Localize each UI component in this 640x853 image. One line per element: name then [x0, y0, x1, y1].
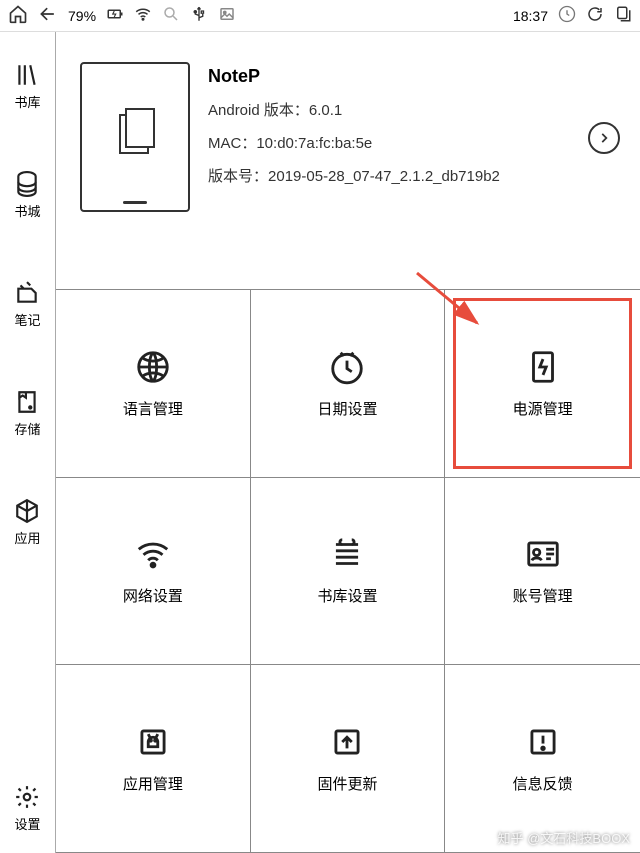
home-icon[interactable]: [8, 4, 28, 27]
android-icon: [134, 723, 172, 761]
grid-item-label: 书库设置: [317, 585, 377, 606]
globe-icon: [134, 348, 172, 386]
grid-item-library-settings[interactable]: 书库设置: [251, 478, 446, 666]
android-version: Android 版本：6.0.1: [208, 99, 500, 120]
sidebar-item-apps[interactable]: 应用: [14, 498, 40, 547]
grid-item-label: 固件更新: [317, 773, 377, 794]
image-icon[interactable]: [218, 5, 236, 26]
sidebar-item-label: 应用: [14, 528, 40, 547]
battery-percent: 79%: [68, 8, 96, 24]
sidebar-item-label: 设置: [14, 814, 40, 833]
search-icon[interactable]: [162, 5, 180, 26]
grid-item-label: 信息反馈: [513, 773, 573, 794]
account-icon: [524, 535, 562, 573]
grid-item-power[interactable]: 电源管理: [445, 290, 640, 478]
sidebar: 书库 书城 笔记 存储 应用 设置: [0, 32, 56, 853]
sidebar-item-store[interactable]: 书城: [14, 171, 40, 220]
grid-item-feedback[interactable]: 信息反馈: [445, 665, 640, 853]
sidebar-item-library[interactable]: 书库: [14, 62, 40, 111]
device-image: [80, 62, 190, 212]
grid-item-date[interactable]: 日期设置: [251, 290, 446, 478]
sidebar-item-label: 存储: [14, 419, 40, 438]
usb-icon: [190, 5, 208, 26]
mac-address: MAC：10:d0:7a:fc:ba:5e: [208, 132, 500, 153]
update-icon: [328, 723, 366, 761]
multitask-icon[interactable]: [614, 5, 632, 26]
grid-item-account[interactable]: 账号管理: [445, 478, 640, 666]
touch-icon[interactable]: [558, 5, 576, 26]
wifi-icon[interactable]: [134, 5, 152, 26]
sidebar-item-storage[interactable]: 存储: [14, 389, 40, 438]
grid-item-app-manage[interactable]: 应用管理: [56, 665, 251, 853]
grid-item-label: 语言管理: [123, 398, 183, 419]
grid-item-language[interactable]: 语言管理: [56, 290, 251, 478]
sidebar-item-notes[interactable]: 笔记: [14, 280, 40, 329]
sidebar-item-label: 书城: [14, 201, 40, 220]
grid-item-firmware[interactable]: 固件更新: [251, 665, 446, 853]
watermark: 知乎 @文石科技BOOX: [498, 828, 630, 847]
grid-item-network[interactable]: 网络设置: [56, 478, 251, 666]
sidebar-item-label: 笔记: [14, 310, 40, 329]
back-icon[interactable]: [38, 4, 58, 27]
sidebar-item-label: 书库: [14, 92, 40, 111]
more-info-button[interactable]: [588, 122, 620, 154]
build-number: 版本号：2019-05-28_07-47_2.1.2_db719b2: [208, 165, 500, 186]
grid-item-label: 电源管理: [513, 398, 573, 419]
sidebar-item-settings[interactable]: 设置: [14, 784, 40, 833]
battery-icon: [106, 5, 124, 26]
settings-grid: 语言管理 日期设置 电源管理 网络设置 书库设置 账号管理: [56, 290, 640, 853]
grid-item-label: 账号管理: [513, 585, 573, 606]
device-info-panel: NoteP Android 版本：6.0.1 MAC：10:d0:7a:fc:b…: [56, 32, 640, 290]
clock-icon: [328, 348, 366, 386]
grid-item-label: 网络设置: [123, 585, 183, 606]
status-bar: 79% 18:37: [0, 0, 640, 32]
feedback-icon: [524, 723, 562, 761]
clock-time: 18:37: [513, 8, 548, 24]
grid-item-label: 应用管理: [123, 773, 183, 794]
grid-item-label: 日期设置: [317, 398, 377, 419]
refresh-icon[interactable]: [586, 5, 604, 26]
wifi-settings-icon: [134, 535, 172, 573]
device-name: NoteP: [208, 66, 500, 87]
books-icon: [328, 535, 366, 573]
power-icon: [524, 348, 562, 386]
